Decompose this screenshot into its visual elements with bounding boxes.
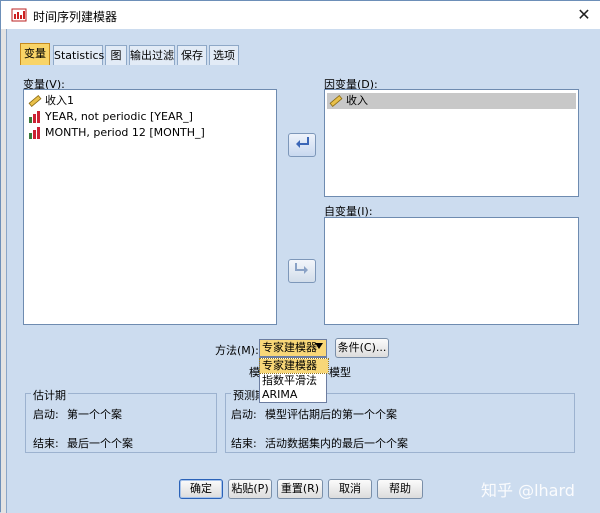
estimation-end-label: 结束: [33, 437, 59, 450]
ruler-icon [28, 94, 42, 108]
independent-listbox[interactable] [324, 217, 579, 325]
help-button[interactable]: 帮助 [377, 479, 423, 499]
reset-button[interactable]: 重置(R) [277, 479, 323, 499]
list-item[interactable]: MONTH, period 12 [MONTH_] [28, 125, 205, 141]
title-bar: 时间序列建模器 ✕ [1, 1, 600, 29]
tab-statistics[interactable]: Statistics [53, 45, 104, 65]
tab-plots[interactable]: 图 [105, 45, 127, 65]
bar-chart-icon [28, 126, 42, 140]
forecast-start-label: 启动: [231, 408, 257, 421]
list-item[interactable]: YEAR, not periodic [YEAR_] [28, 109, 193, 125]
bar-chart-icon [28, 110, 42, 124]
method-label: 方法(M): [215, 344, 259, 357]
arrow-right-icon [294, 263, 310, 279]
method-dropdown-list[interactable]: 专家建模器 指数平滑法 ARIMA [259, 357, 329, 403]
dependent-listbox[interactable]: 收入 [324, 89, 579, 197]
paste-button[interactable]: 粘贴(P) [228, 479, 272, 499]
tab-save[interactable]: 保存 [177, 45, 207, 65]
cancel-button[interactable]: 取消 [328, 479, 372, 499]
conditions-button[interactable]: 条件(C)... [335, 338, 389, 358]
estimation-start-value: 第一个个案 [67, 408, 122, 421]
ruler-icon [329, 94, 343, 108]
variable-label: 收入 [346, 94, 368, 107]
tab-options[interactable]: 选项 [209, 45, 239, 65]
dialog-window: 时间序列建模器 ✕ 变量 Statistics 图 输出过滤 保存 选项 变量(… [0, 0, 600, 513]
list-item[interactable]: 收入 [327, 93, 576, 109]
obscured-text-right: 模型 [329, 366, 351, 379]
variable-label: YEAR, not periodic [YEAR_] [45, 110, 193, 123]
arrow-left-icon [294, 137, 310, 153]
ok-button[interactable]: 确定 [179, 479, 223, 499]
move-to-independent-button[interactable] [288, 259, 316, 283]
forecast-end-label: 结束: [231, 437, 257, 450]
close-icon[interactable]: ✕ [573, 4, 595, 26]
tab-variables[interactable]: 变量 [20, 43, 50, 65]
list-item[interactable]: 收入1 [28, 93, 74, 109]
variable-label: MONTH, period 12 [MONTH_] [45, 126, 205, 139]
tab-output-filter[interactable]: 输出过滤 [129, 45, 175, 65]
variables-listbox[interactable]: 收入1 YEAR, not periodic [YEAR_] MONTH, pe… [23, 89, 277, 325]
window-title: 时间序列建模器 [33, 10, 118, 24]
estimation-start-label: 启动: [33, 408, 59, 421]
variable-label: 收入1 [45, 94, 74, 107]
app-icon [11, 7, 27, 23]
method-selected-value: 专家建模器 [262, 341, 317, 354]
estimation-period-title: 估计期 [31, 387, 68, 403]
watermark: 知乎 @lhard [481, 481, 575, 500]
move-to-dependent-button[interactable] [288, 133, 316, 157]
method-option[interactable]: ARIMA [260, 388, 328, 402]
estimation-end-value: 最后一个个案 [67, 437, 133, 450]
method-option[interactable]: 指数平滑法 [260, 374, 328, 388]
forecast-end-value: 活动数据集内的最后一个个案 [265, 437, 408, 450]
forecast-start-value: 模型评估期后的第一个个案 [265, 408, 397, 421]
method-option[interactable]: 专家建模器 [259, 358, 329, 374]
chevron-down-icon[interactable] [315, 343, 323, 349]
